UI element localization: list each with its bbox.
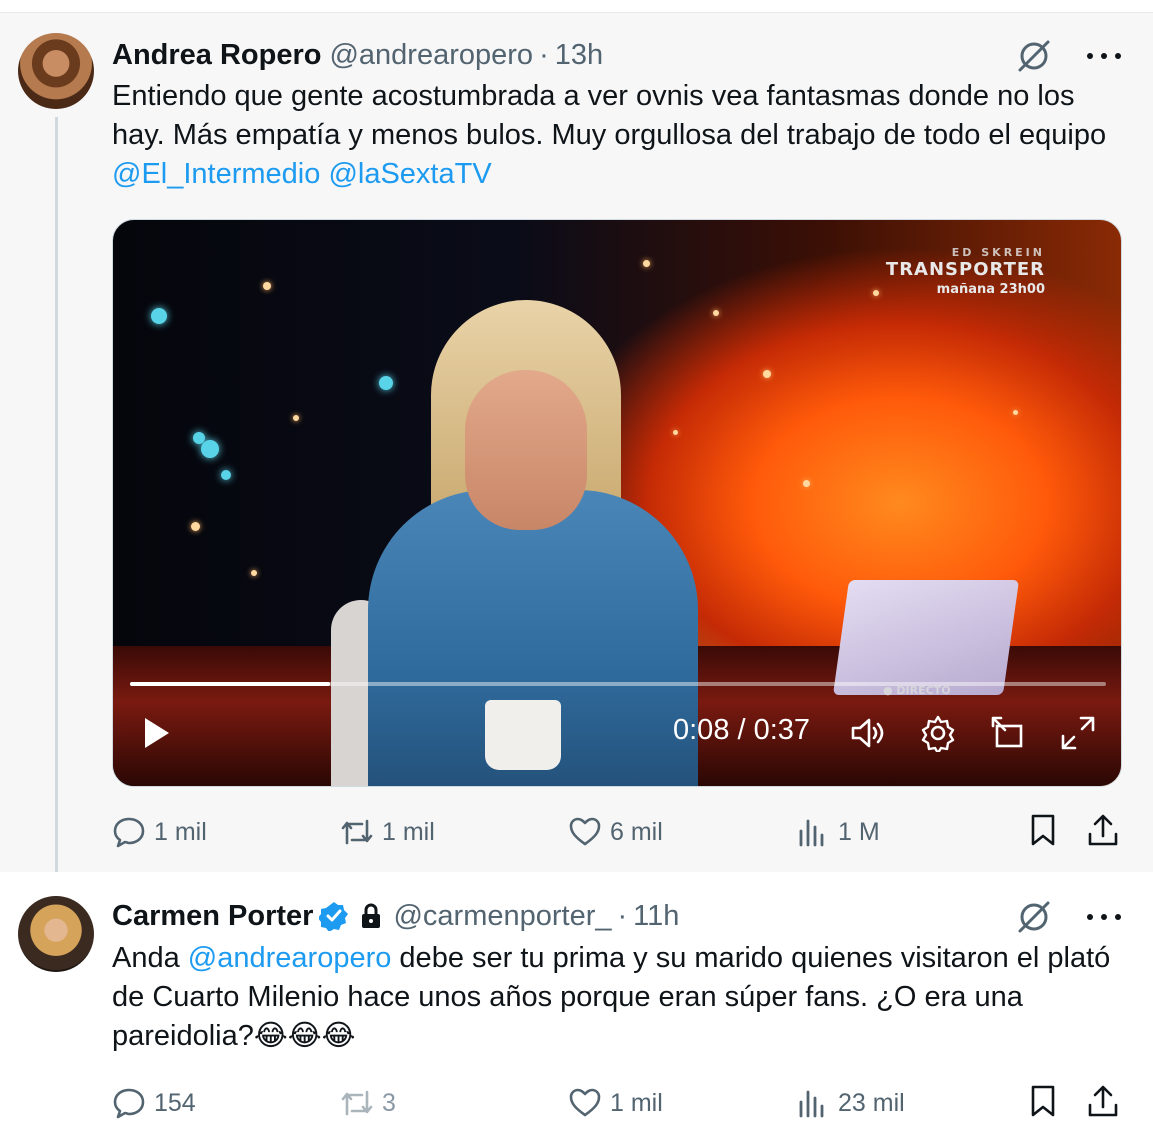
reply-button[interactable]: 1 mil [112, 811, 207, 853]
video-frame-detail [221, 470, 231, 480]
video-frame-detail [251, 570, 257, 576]
more-icon[interactable] [1087, 39, 1121, 73]
tv-overlay-line2: TRANSPORTER [885, 259, 1045, 280]
repost-count: 1 mil [382, 817, 435, 846]
repost-icon [341, 1090, 373, 1116]
reply-count: 154 [154, 1088, 196, 1117]
author-handle[interactable]: @carmenporter_ [393, 900, 611, 933]
video-frame-detail [832, 580, 1020, 695]
tv-overlay-line1: ED SKREIN [951, 246, 1045, 259]
tweet-text: Entiendo que gente acostumbrada a ver ov… [112, 77, 1122, 194]
video-frame-detail [293, 415, 299, 421]
tweet-thread: Andrea Ropero @andrearopero · 13h Entien… [0, 0, 1153, 1142]
mention-el-intermedio[interactable]: @El_Intermedio [112, 158, 320, 190]
more-icon[interactable] [1087, 900, 1121, 934]
bookmark-icon[interactable] [1026, 1084, 1060, 1118]
video-frame-detail [263, 282, 271, 290]
views-button[interactable]: 23 mil [796, 1082, 905, 1124]
video-frame-detail [191, 522, 200, 531]
tweet-actions: 154 3 1 mil 23 mil [112, 1082, 1122, 1124]
tweet-timestamp[interactable]: 13h [555, 39, 603, 72]
video-time-display: 0:08 / 0:37 [673, 714, 811, 746]
thread-connector-line [55, 117, 58, 897]
repost-count: 3 [382, 1088, 396, 1117]
separator-dot: · [617, 899, 628, 932]
fullscreen-icon[interactable] [1059, 714, 1097, 752]
video-progress-bar[interactable] [130, 682, 1106, 686]
pip-icon[interactable] [989, 714, 1027, 752]
share-icon[interactable] [1086, 813, 1120, 847]
video-frame-detail [763, 370, 771, 378]
video-frame-detail [465, 370, 587, 530]
avatar[interactable] [18, 33, 94, 109]
share-icon[interactable] [1086, 1084, 1120, 1118]
repost-button[interactable]: 3 [340, 1082, 396, 1124]
views-count: 23 mil [838, 1088, 905, 1117]
reply-count: 1 mil [154, 817, 207, 846]
verified-badge-icon[interactable] [319, 901, 349, 931]
video-frame-detail [643, 260, 650, 267]
reply-icon [113, 817, 145, 848]
video-controls: 0:08 / 0:37 [113, 696, 1121, 786]
tv-overlay-line3: mañana 23h00 [936, 282, 1045, 297]
video-frame-detail [379, 376, 393, 390]
tv-channel-overlay: ED SKREIN TRANSPORTER mañana 23h00 [886, 246, 1045, 297]
author-name[interactable]: Andrea Ropero [112, 39, 321, 72]
avatar[interactable] [18, 896, 94, 972]
author-name[interactable]: Carmen Porter [112, 900, 313, 933]
grok-icon[interactable] [1015, 37, 1053, 75]
lock-icon [362, 903, 381, 928]
tweet-text: Anda @andrearopero debe ser tu prima y s… [112, 939, 1122, 1056]
video-progress-fill [130, 682, 331, 686]
views-icon [799, 1090, 824, 1118]
mention-andrearopero[interactable]: @andrearopero [188, 942, 392, 974]
author-handle[interactable]: @andrearopero [329, 39, 533, 72]
repost-icon [341, 819, 373, 845]
views-count: 1 M [838, 817, 880, 846]
separator-dot: · [539, 38, 549, 71]
tweet-carmen-porter[interactable]: Carmen Porter @carmenporter_ · 11h Anda … [0, 872, 1153, 1142]
reply-button[interactable]: 154 [112, 1082, 196, 1124]
tweet-actions: 1 mil 1 mil 6 mil 1 M [112, 811, 1122, 853]
like-button[interactable]: 1 mil [568, 1082, 663, 1124]
grok-icon[interactable] [1015, 898, 1053, 936]
like-button[interactable]: 6 mil [568, 811, 663, 853]
video-frame-detail [151, 308, 167, 324]
tweet-text-body: Entiendo que gente acostumbrada a ver ov… [112, 80, 1107, 151]
bookmark-icon[interactable] [1026, 813, 1060, 847]
repost-button[interactable]: 1 mil [340, 811, 435, 853]
tweet-andrea-ropero[interactable]: Andrea Ropero @andrearopero · 13h Entien… [0, 12, 1153, 897]
reply-icon [113, 1088, 145, 1119]
video-frame-detail [713, 310, 719, 316]
volume-icon[interactable] [849, 714, 887, 752]
video-player[interactable]: ED SKREIN TRANSPORTER mañana 23h00 ● DIR… [112, 219, 1122, 787]
video-frame-detail [873, 290, 879, 296]
tweet-header: Andrea Ropero @andrearopero · 13h [112, 35, 603, 75]
like-count: 1 mil [610, 1088, 663, 1117]
tweet-header: Carmen Porter @carmenporter_ · 11h [112, 896, 679, 936]
like-icon [569, 1088, 601, 1117]
views-icon [799, 819, 824, 847]
video-frame-detail [1013, 410, 1018, 415]
video-frame-detail [673, 430, 678, 435]
settings-icon[interactable] [919, 714, 957, 752]
like-count: 6 mil [610, 817, 663, 846]
video-frame-detail [803, 480, 810, 487]
like-icon [569, 817, 601, 846]
play-icon[interactable] [143, 716, 171, 750]
video-frame-detail [201, 440, 219, 458]
tweet-timestamp[interactable]: 11h [633, 900, 679, 933]
tweet-text-body: Anda [112, 942, 188, 974]
mention-lasextatv[interactable]: @laSextaTV [328, 158, 491, 190]
views-button[interactable]: 1 M [796, 811, 880, 853]
